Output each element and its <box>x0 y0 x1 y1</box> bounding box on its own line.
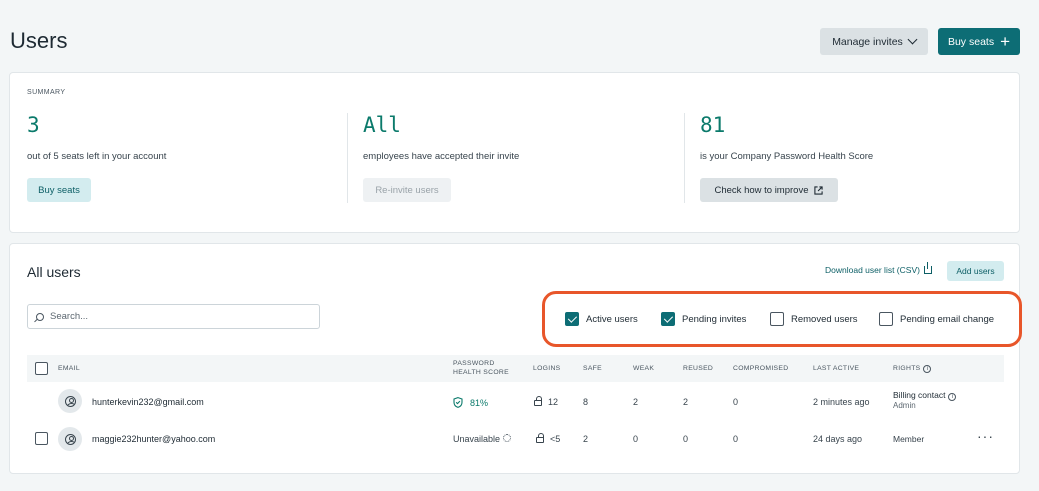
summary-buy-seats-button[interactable]: Buy seats <box>27 178 91 202</box>
lock-icon <box>536 433 544 443</box>
table-header: EMAIL PASSWORD HEALTH SCORE LOGINS SAFE … <box>27 355 1004 382</box>
stat-invites: All employees have accepted their invite <box>363 113 519 162</box>
download-csv-link[interactable]: Download user list (CSV) <box>825 262 932 275</box>
check-how-to-improve-button[interactable]: Check how to improve <box>700 178 838 202</box>
row-score: Unavailable <box>453 434 512 444</box>
column-safe[interactable]: SAFE <box>583 364 602 373</box>
filter-label: Active users <box>586 313 638 325</box>
column-password-health-score-line1: PASSWORD <box>453 360 495 367</box>
search-box[interactable] <box>27 304 320 329</box>
filter-label: Removed users <box>791 313 858 325</box>
filter-pending-email-change[interactable]: Pending email change <box>879 312 994 326</box>
stat-score: 81 is your Company Password Health Score <box>700 113 873 162</box>
divider <box>684 113 685 203</box>
stat-invites-value: All <box>363 113 401 137</box>
removed-users-checkbox[interactable] <box>770 312 784 326</box>
filter-label: Pending email change <box>900 313 995 325</box>
column-weak[interactable]: WEAK <box>633 364 654 373</box>
divider <box>347 113 348 203</box>
download-icon <box>923 262 932 274</box>
more-actions-icon[interactable]: ··· <box>977 428 994 444</box>
row-logins: 12 <box>534 396 559 407</box>
chevron-down-icon <box>907 34 918 45</box>
users-title: All users <box>27 264 81 280</box>
row-score-value: Unavailable <box>453 434 501 444</box>
column-rights-label: RIGHTS <box>893 365 921 372</box>
avatar <box>58 427 82 451</box>
row-compromised: 0 <box>733 397 739 407</box>
table-row[interactable]: maggie232hunter@yahoo.com Unavailable <5… <box>27 421 1004 458</box>
avatar <box>58 389 82 413</box>
buy-seats-label: Buy seats <box>947 35 995 48</box>
search-input[interactable] <box>50 311 300 322</box>
column-compromised[interactable]: COMPROMISED <box>733 364 788 373</box>
manage-invites-label: Manage invites <box>832 35 903 48</box>
active-users-checkbox[interactable] <box>565 312 579 326</box>
row-compromised: 0 <box>733 434 739 444</box>
pending-invites-checkbox[interactable] <box>661 312 675 326</box>
stat-seats-value: 3 <box>27 113 40 137</box>
user-icon <box>64 395 76 407</box>
stat-seats: 3 out of 5 seats left in your account <box>27 113 166 162</box>
stat-seats-description: out of 5 seats left in your account <box>27 151 167 162</box>
page-title: Users <box>10 28 68 53</box>
select-all-checkbox[interactable] <box>35 362 48 375</box>
table-row[interactable]: hunterkevin232@gmail.com 81% 12 8 2 2 0 … <box>27 384 1004 421</box>
column-password-health-score[interactable]: PASSWORD HEALTH SCORE <box>453 359 509 377</box>
summary-label: SUMMARY <box>27 89 66 96</box>
stat-score-description: is your Company Password Health Score <box>700 151 874 162</box>
row-safe: 2 <box>583 434 589 444</box>
row-rights-value: Billing contact <box>893 390 946 400</box>
row-rights: Member <box>893 434 925 444</box>
summary-card: SUMMARY 3 out of 5 seats left in your ac… <box>9 72 1020 233</box>
buy-seats-button[interactable]: Buy seats + <box>938 28 1020 55</box>
row-last-active: 24 days ago <box>813 434 863 444</box>
row-logins-value: <5 <box>550 434 561 444</box>
row-email: hunterkevin232@gmail.com <box>92 397 204 407</box>
row-score: 81% <box>453 397 488 408</box>
check-how-to-improve-label: Check how to improve <box>714 184 809 196</box>
row-rights: Billing contact i Admin <box>893 390 957 410</box>
row-rights-sub: Admin <box>893 401 916 410</box>
row-checkbox[interactable] <box>35 432 48 445</box>
column-last-active[interactable]: LAST ACTIVE <box>813 364 859 373</box>
filter-label: Pending invites <box>682 313 747 325</box>
info-icon: i <box>923 365 932 373</box>
info-icon[interactable] <box>503 434 512 442</box>
filter-pending-invites[interactable]: Pending invites <box>661 312 746 326</box>
column-rights[interactable]: RIGHTS i <box>893 364 932 373</box>
row-email: maggie232hunter@yahoo.com <box>92 434 216 444</box>
search-icon <box>36 312 44 321</box>
row-safe: 8 <box>583 397 589 407</box>
row-logins-value: 12 <box>548 397 559 407</box>
shield-check-icon <box>453 397 463 408</box>
row-weak: 2 <box>633 397 639 407</box>
stat-invites-description: employees have accepted their invite <box>363 151 520 162</box>
row-reused: 0 <box>683 434 689 444</box>
plus-icon: + <box>1000 32 1011 51</box>
row-weak: 0 <box>633 434 639 444</box>
column-email[interactable]: EMAIL <box>58 364 80 373</box>
download-csv-label: Download user list (CSV) <box>825 265 920 275</box>
column-password-health-score-line2: HEALTH SCORE <box>453 369 509 376</box>
row-logins: <5 <box>536 433 561 444</box>
users-card: All users Download user list (CSV) Add u… <box>9 243 1022 474</box>
add-users-button[interactable]: Add users <box>947 261 1004 281</box>
row-last-active: 2 minutes ago <box>813 397 870 407</box>
pending-email-change-checkbox[interactable] <box>879 312 893 326</box>
info-icon[interactable]: i <box>948 393 957 401</box>
external-link-icon <box>814 185 824 195</box>
lock-icon <box>534 396 542 406</box>
filter-active-users[interactable]: Active users <box>565 312 638 326</box>
row-score-value: 81% <box>470 398 489 408</box>
row-reused: 2 <box>683 397 689 407</box>
manage-invites-button[interactable]: Manage invites <box>820 28 928 55</box>
stat-score-value: 81 <box>700 113 726 137</box>
user-icon <box>64 433 76 445</box>
column-reused[interactable]: REUSED <box>683 364 713 373</box>
reinvite-users-button[interactable]: Re-invite users <box>363 178 451 202</box>
column-logins[interactable]: LOGINS <box>533 364 560 373</box>
filter-removed-users[interactable]: Removed users <box>770 312 858 326</box>
